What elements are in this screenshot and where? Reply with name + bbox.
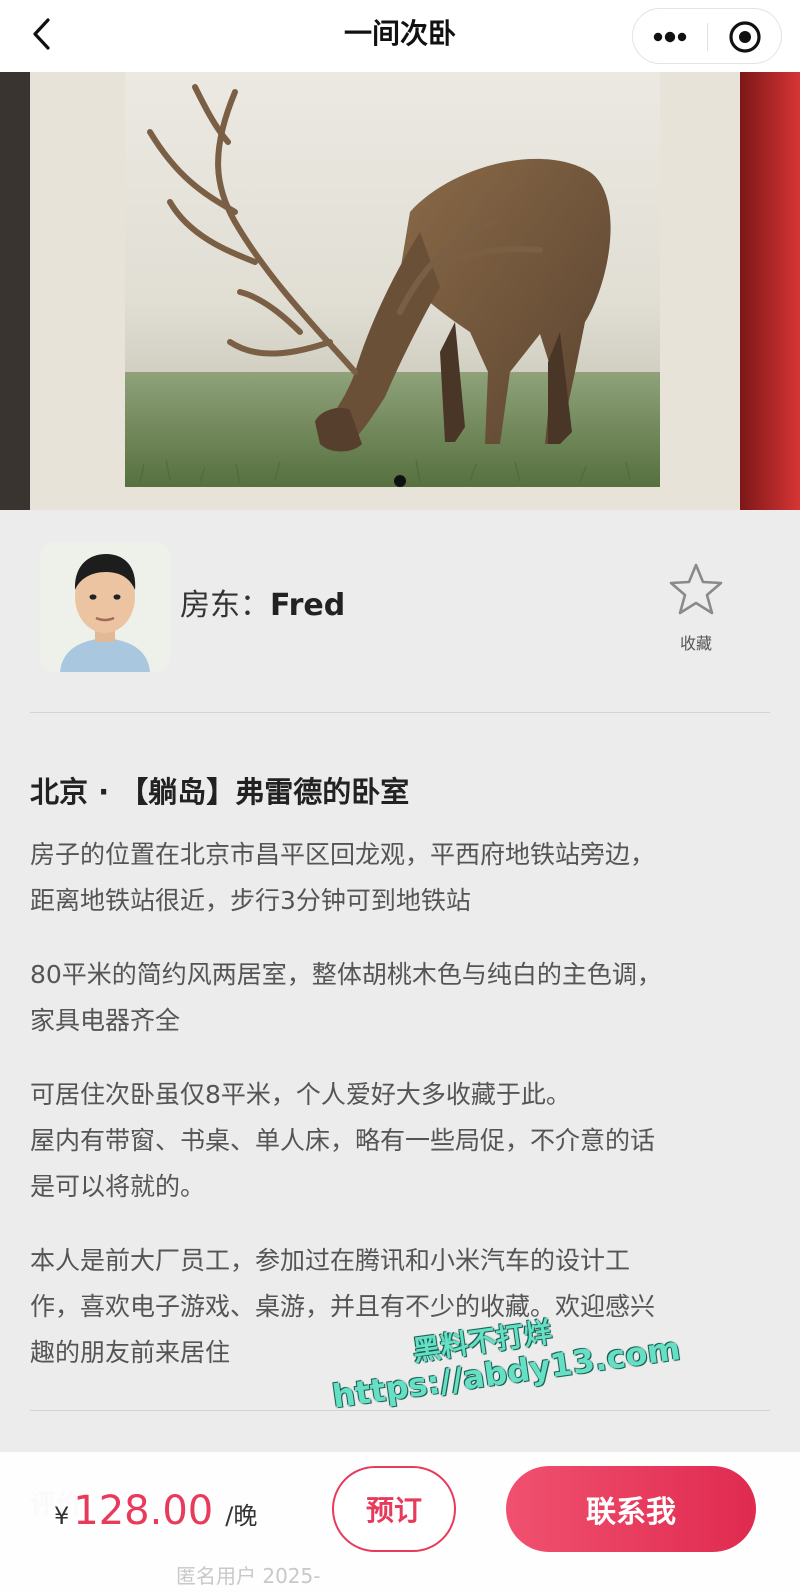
- price-display: ¥ 128.00 /晚: [54, 1488, 257, 1548]
- review-user-preview: 匿名用户 2025-: [176, 1564, 321, 1588]
- description-paragraph: 房子的位置在北京市昌平区回龙观，平西府地铁站旁边， 距离地铁站很近，步行3分钟可…: [30, 832, 770, 924]
- price-amount: 128.00: [73, 1488, 214, 1534]
- contact-button[interactable]: 联系我: [506, 1466, 756, 1552]
- description-line: 本人是前大厂员工，参加过在腾讯和小米汽车的设计工: [30, 1246, 631, 1275]
- deer-photo-image: [0, 72, 800, 510]
- close-button[interactable]: [708, 9, 782, 65]
- description-line: 80平米的简约风两居室，整体胡桃木色与纯白的主色调，: [30, 960, 662, 989]
- listing-title: 北京 · 【躺岛】弗雷德的卧室: [30, 775, 410, 809]
- nav-bar: 一间次卧: [0, 0, 800, 72]
- divider: [30, 712, 770, 713]
- book-button[interactable]: 预订: [332, 1466, 456, 1552]
- more-button[interactable]: [633, 9, 707, 65]
- target-close-icon: [729, 21, 761, 53]
- divider: [30, 1410, 770, 1411]
- host-label: 房东：: [180, 588, 270, 623]
- carousel-indicator: [0, 475, 800, 489]
- host-name-text: 房东：Fred: [180, 582, 345, 630]
- more-dots-icon: [653, 31, 687, 43]
- price-unit: /晚: [225, 1502, 258, 1530]
- host-section: 房东：Fred 收藏: [0, 510, 800, 725]
- mini-program-capsule: [632, 8, 782, 64]
- favorite-button[interactable]: 收藏: [660, 562, 732, 672]
- description-line: 是可以将就的。: [30, 1172, 206, 1201]
- description-line: 作，喜欢电子游戏、桌游，并且有不少的收藏。欢迎感兴: [30, 1292, 656, 1321]
- host-avatar[interactable]: [40, 542, 170, 672]
- description-line: 家具电器齐全: [30, 1006, 181, 1035]
- star-icon: [669, 563, 723, 615]
- photo-carousel[interactable]: [0, 72, 800, 510]
- description-paragraph: 80平米的简约风两居室，整体胡桃木色与纯白的主色调， 家具电器齐全: [30, 952, 770, 1044]
- host-portrait-image: [40, 542, 170, 672]
- carousel-dot-active: [394, 475, 406, 487]
- favorite-label: 收藏: [679, 634, 712, 653]
- description-line: 可居住次卧虽仅8平米，个人爱好大多收藏于此。: [30, 1080, 571, 1109]
- description-line: 房子的位置在北京市昌平区回龙观，平西府地铁站旁边，: [30, 840, 656, 869]
- host-name: Fred: [270, 588, 346, 623]
- description-line: 距离地铁站很近，步行3分钟可到地铁站: [30, 886, 471, 915]
- description-line: 屋内有带窗、书桌、单人床，略有一些局促，不介意的话: [30, 1126, 656, 1155]
- description-paragraph: 可居住次卧虽仅8平米，个人爱好大多收藏于此。 屋内有带窗、书桌、单人床，略有一些…: [30, 1072, 770, 1210]
- price-currency: ¥: [54, 1502, 70, 1530]
